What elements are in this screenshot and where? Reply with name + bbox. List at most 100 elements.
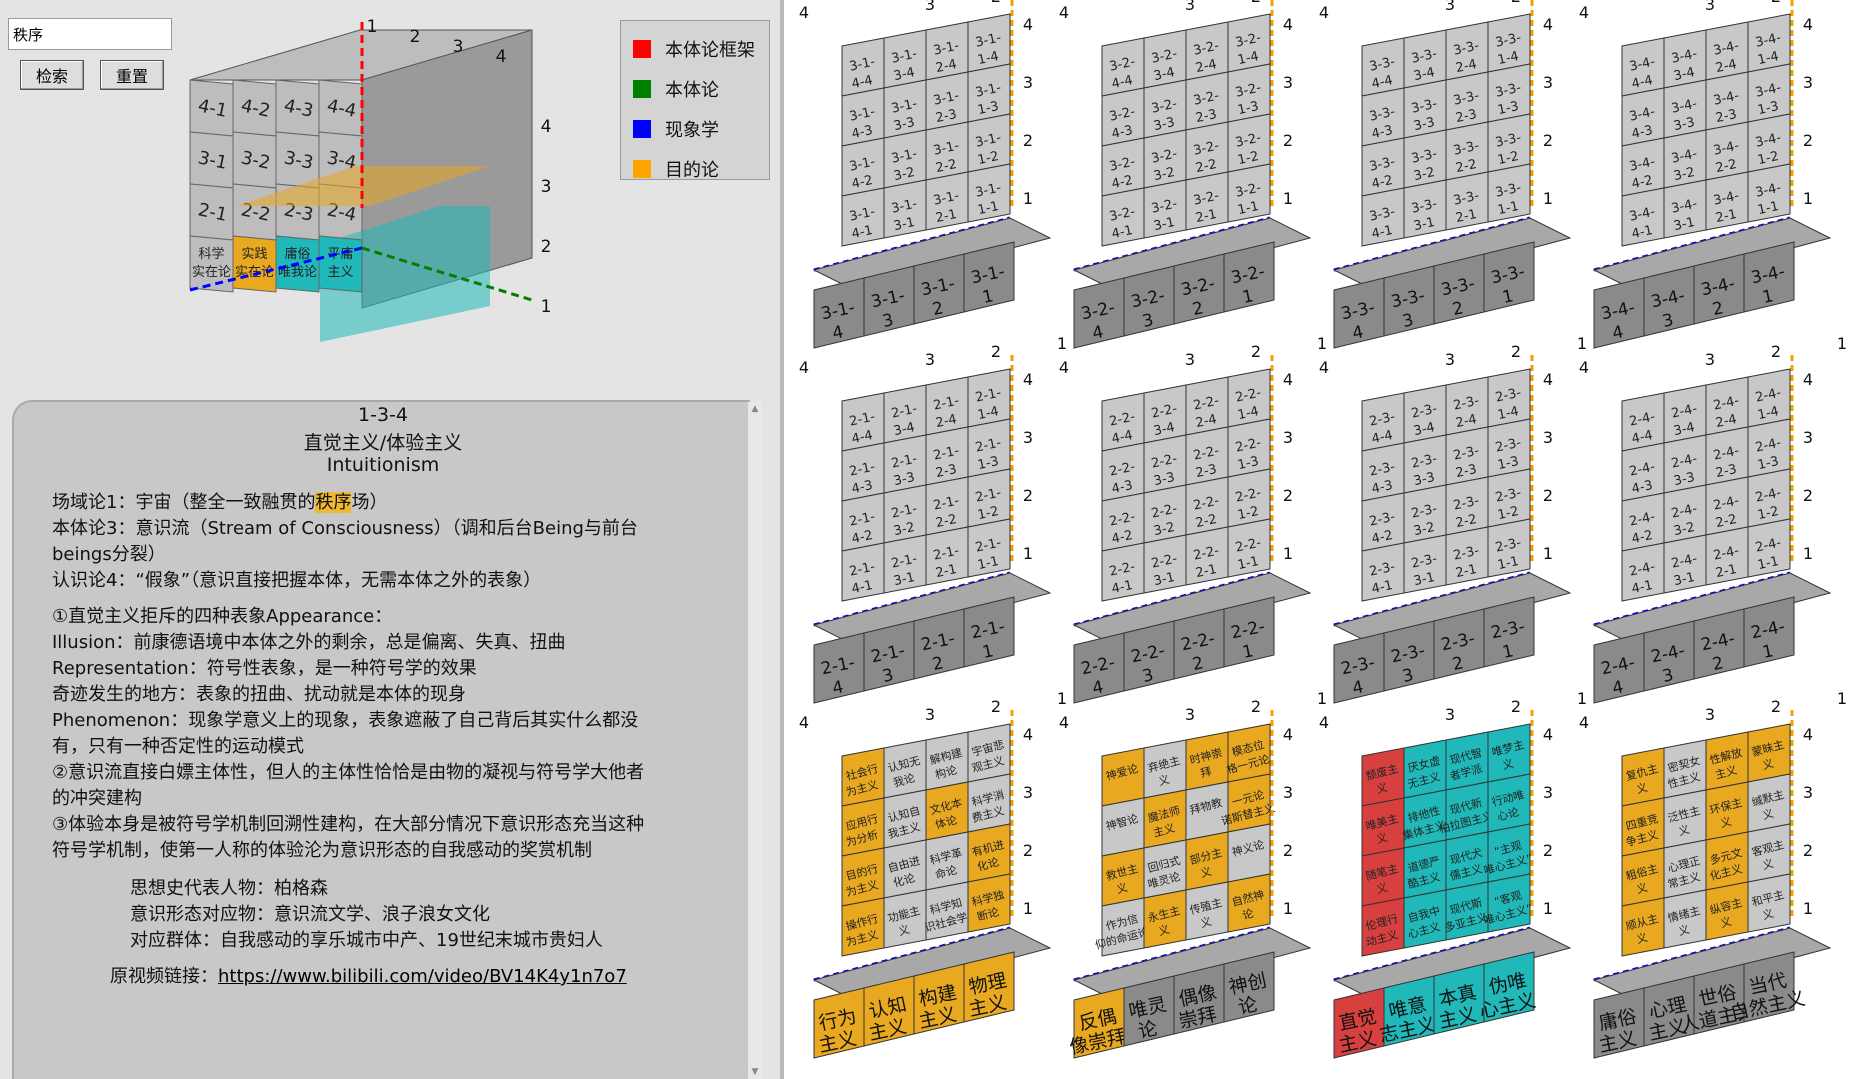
block: 4 3 2 1社会行为主义认知无我论解构建构论宇宙悲观主义应用行为分析认知自我主义文化… xyxy=(799,689,1067,1059)
scroll-up-icon[interactable]: ▲ xyxy=(750,404,760,414)
legend-swatch-blue xyxy=(633,120,651,138)
block: 4 3 2 12-2-4-42-2-3-42-2-2-42-2-1-42-2-4-32… xyxy=(1059,334,1327,704)
block-top-number: 1 xyxy=(1317,334,1327,353)
search-input[interactable] xyxy=(8,18,172,50)
video-link[interactable]: https://www.bilibili.com/video/BV14K4y1n… xyxy=(218,966,627,987)
block-top-number: 3 xyxy=(925,705,935,724)
block-grid[interactable]: 43213-1-4-43-1-3-43-1-2-43-1-1-43-1-4-33… xyxy=(784,0,1849,1079)
detail-p9: ③体验本身是被符号学机制回溯性建构，在大部分情况下意识形态充当这种 xyxy=(52,814,645,835)
panel-scrollbar[interactable]: ▲ ▼ xyxy=(748,402,762,1079)
block-top-number: 3 xyxy=(1705,0,1715,14)
detail-p3: Representation：符号性表象，是一种符号学的效果 xyxy=(52,658,477,679)
legend-swatch-red xyxy=(633,40,651,58)
cube-bottom-cell xyxy=(232,235,277,293)
block-top-number: 3 xyxy=(1185,350,1195,369)
legend-item-ontology: 本体论 xyxy=(633,77,719,101)
block-side-number: 2 xyxy=(1023,131,1033,150)
detail-p7: ②意识流直接白嫖主体性，但人的主体性恰恰是由物的凝视与符号学大他者 xyxy=(52,762,645,783)
scroll-down-icon[interactable]: ▼ xyxy=(750,1067,760,1077)
block-side-number: 3 xyxy=(1283,73,1293,92)
block-top-number: 4 xyxy=(1059,3,1069,22)
left-panel: 检索 重置 4-14-24-34-43-13-23-33-42-12-22-32… xyxy=(0,0,780,1079)
block: 4 3 2 1神爱论 弃绝主义时神崇拜模态位格一元论神智论 魔法师主义拜物教 一元论诺斯替主… xyxy=(1059,689,1327,1059)
cube-diagram[interactable]: 4-1 4-2 4-3 4-43-1 3-2 3-3 3-42-1 2-2 2-3 2-4科学实在… xyxy=(180,10,620,370)
cube-bottom-label: 主义 xyxy=(327,265,353,280)
detail-link-row: 原视频链接：https://www.bilibili.com/video/BV1… xyxy=(110,966,627,987)
cube-side-number: 3 xyxy=(541,177,552,197)
block-top-number: 1 xyxy=(1837,689,1847,708)
block: 43213-1-4-43-1-3-43-1-2-43-1-1-43-1-4-33… xyxy=(799,0,1052,349)
reset-button[interactable]: 重置 xyxy=(100,60,164,90)
block-top-number: 3 xyxy=(1185,0,1195,14)
block-grid-view: 43213-1-4-43-1-3-43-1-2-43-1-1-43-1-4-33… xyxy=(784,0,1849,1079)
block-side-number: 4 xyxy=(1803,370,1813,389)
detail-title-cn: 直觉主义/体验主义 xyxy=(303,432,463,454)
block-top-number: 3 xyxy=(1705,350,1715,369)
cube-top-number: 2 xyxy=(410,27,421,47)
block-top-number: 2 xyxy=(1771,0,1781,6)
detail-code: 1-3-4 xyxy=(358,404,408,426)
block: 4 3 2 12-3-4-42-3-3-42-3-2-42-3-1-42-3-4-32… xyxy=(1319,334,1587,704)
block-top-number: 3 xyxy=(925,350,935,369)
cube-bottom-cell xyxy=(318,235,363,293)
block-side-number: 4 xyxy=(1543,15,1553,34)
block-side-number: 4 xyxy=(1803,15,1813,34)
block-side-number: 4 xyxy=(1023,15,1033,34)
block-top-number: 4 xyxy=(1319,713,1329,732)
detail-p5: Phenomenon：现象学意义上的现象，表象遮蔽了自己背后其实什么都没 xyxy=(52,710,639,731)
detail-title-en: Intuitionism xyxy=(326,454,440,476)
block-top-number: 2 xyxy=(991,342,1001,361)
detail-p6: 有，只有一种否定性的运动模式 xyxy=(52,736,304,757)
block-side-number: 1 xyxy=(1803,189,1813,208)
detail-p10: 符号学机制，使第一人称的体验沦为意识形态的自我感动的奖赏机制 xyxy=(52,840,592,861)
cube-top-number: 3 xyxy=(453,37,464,57)
block-side-number: 3 xyxy=(1023,428,1033,447)
block-side-number: 3 xyxy=(1803,783,1813,802)
block: 43213-4-4-43-4-3-43-4-2-43-4-1-43-4-4-33… xyxy=(1579,0,1832,349)
block-side-number: 1 xyxy=(1023,899,1033,918)
block-side-number: 1 xyxy=(1023,189,1033,208)
block-side-number: 3 xyxy=(1543,73,1553,92)
search-button[interactable]: 检索 xyxy=(20,60,84,90)
detail-ideology: 意识形态对应物：意识流文学、浪子浪女文化 xyxy=(130,904,490,925)
block-top-number: 2 xyxy=(1251,342,1261,361)
block-side-number: 2 xyxy=(1283,841,1293,860)
block-top-number: 2 xyxy=(991,697,1001,716)
cube-bottom-label: 实在论 xyxy=(192,265,231,280)
block-top-number: 3 xyxy=(1445,705,1455,724)
legend: 本体论框架 本体论 现象学 目的论 xyxy=(620,20,770,181)
block-side-number: 1 xyxy=(1543,544,1553,563)
block-side-number: 2 xyxy=(1283,486,1293,505)
block: 4 3 2 1复仇主义密契女性主义性解放主义蒙昧主义四重竞争主义泛性主义环保主义缄默主… xyxy=(1579,689,1847,1059)
block: 43213-2-4-43-2-3-43-2-2-43-2-1-43-2-4-33… xyxy=(1059,0,1312,349)
block-top-number: 3 xyxy=(1705,705,1715,724)
block-top-number: 2 xyxy=(1771,697,1781,716)
cube-side-number: 1 xyxy=(541,297,552,317)
block-side-number: 2 xyxy=(1803,486,1813,505)
block-side-number: 2 xyxy=(1543,131,1553,150)
block-side-number: 3 xyxy=(1283,428,1293,447)
block-side-number: 1 xyxy=(1803,544,1813,563)
legend-item-framework: 本体论框架 xyxy=(633,37,755,61)
block-top-number: 1 xyxy=(1837,334,1847,353)
block-side-number: 4 xyxy=(1023,370,1033,389)
cube-side-number: 2 xyxy=(541,237,552,257)
detail-p1: ①直觉主义拒斥的四种表象Appearance： xyxy=(52,606,393,627)
block-side-number: 4 xyxy=(1023,725,1033,744)
cube-bottom-label: 实践 xyxy=(241,247,267,262)
legend-swatch-green xyxy=(633,80,651,98)
block-top-number: 2 xyxy=(1511,0,1521,6)
block: 4 3 2 1颓废主义厌女虚无主义现代智者学派唯梦主义唯美主义排他性集体主义现代新柏拉… xyxy=(1319,689,1587,1059)
block-side-number: 1 xyxy=(1283,544,1293,563)
block-top-number: 2 xyxy=(991,0,1001,6)
block-top-number: 1 xyxy=(1057,689,1067,708)
block-side-number: 1 xyxy=(1023,544,1033,563)
block-top-number: 3 xyxy=(925,0,935,14)
cube-top-number: 4 xyxy=(496,47,507,67)
block: 43213-3-4-43-3-3-43-3-2-43-3-1-43-3-4-33… xyxy=(1319,0,1572,349)
block-side-number: 2 xyxy=(1283,131,1293,150)
block-top-number: 2 xyxy=(1771,342,1781,361)
block-top-number: 4 xyxy=(1059,713,1069,732)
block-side-number: 3 xyxy=(1543,428,1553,447)
block-top-number: 2 xyxy=(1251,697,1261,716)
